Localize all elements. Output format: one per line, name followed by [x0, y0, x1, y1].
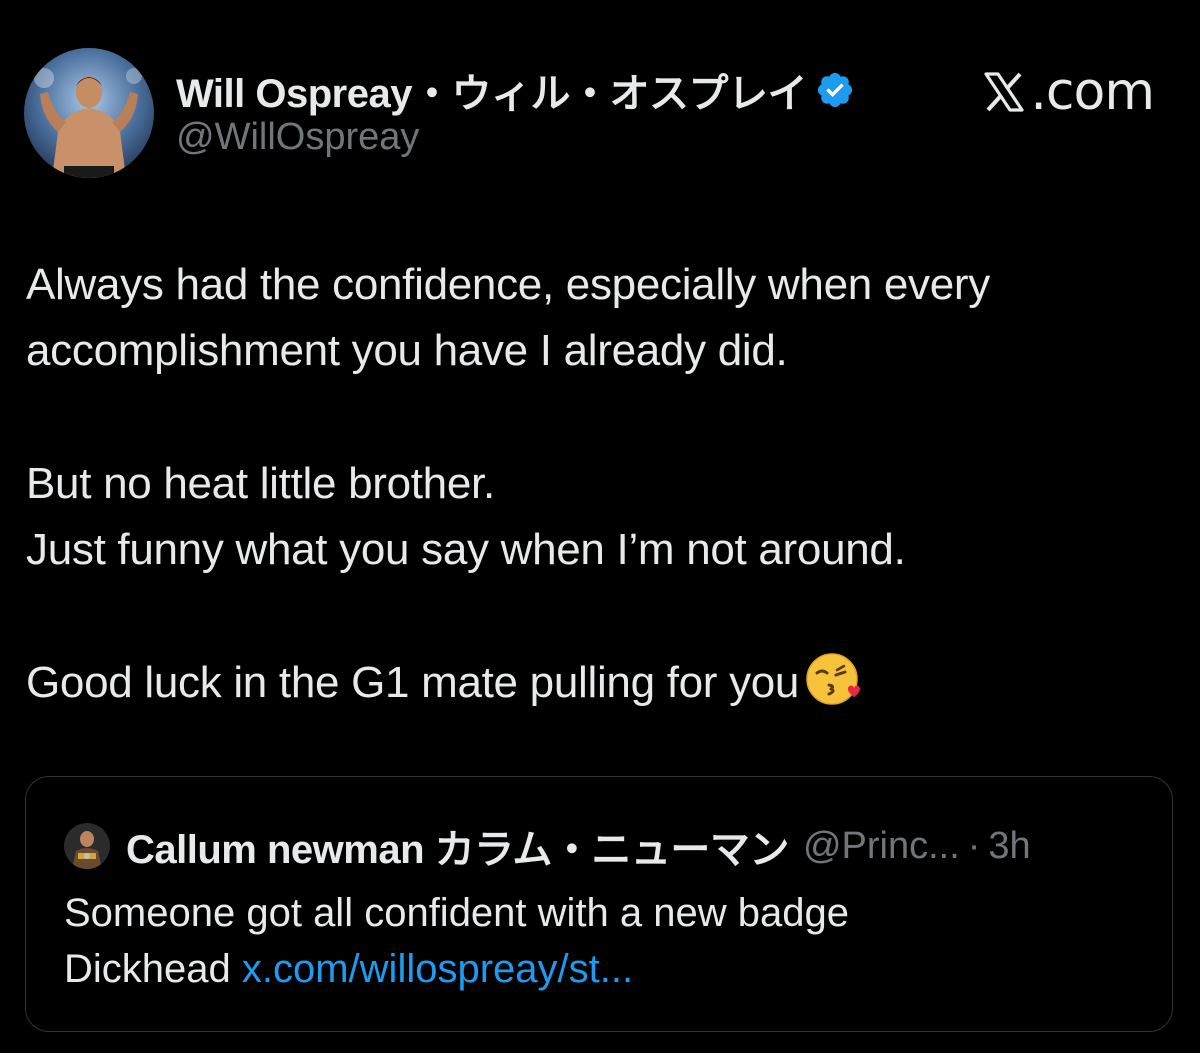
site-label: .com [980, 62, 1155, 122]
post-text: Always had the confidence, especially wh… [26, 252, 1176, 716]
verified-badge-icon [815, 70, 855, 110]
author-name-row: Will Ospreay・ウィル・オスプレイ [176, 62, 855, 118]
quoted-post-card[interactable]: Callum newman カラム・ニューマン @Princ... · 3h S… [25, 776, 1173, 1032]
quoted-post-text-line: Dickhead x.com/willospreay/st... [64, 941, 849, 997]
post-text-line: Good luck in the G1 mate pulling for you [26, 658, 800, 707]
quoted-post-text-prefix: Dickhead [64, 947, 242, 991]
author-name[interactable]: Will Ospreay・ウィル・オスプレイ [176, 61, 807, 119]
quoted-post-timestamp[interactable]: 3h [988, 825, 1030, 868]
quoted-post-link[interactable]: x.com/willospreay/st... [242, 947, 633, 991]
post-text-line: accomplishment you have I already did. [26, 326, 788, 375]
author-avatar[interactable] [24, 48, 154, 178]
x-logo-icon [980, 68, 1028, 116]
author-avatar-image [24, 48, 154, 178]
quoted-author-avatar[interactable] [64, 823, 110, 869]
post-text-line-last: Good luck in the G1 mate pulling for you [26, 650, 1176, 716]
quoted-post-text-line: Someone got all confident with a new bad… [64, 891, 849, 935]
quoted-author-handle[interactable]: @Princ... [803, 825, 960, 868]
quoted-post-text: Someone got all confident with a new bad… [64, 885, 849, 997]
site-domain-text: .com [1030, 62, 1155, 122]
quoted-post-header: Callum newman カラム・ニューマン @Princ... · 3h [64, 821, 1031, 872]
post-text-line: Just funny what you say when I’m not aro… [26, 525, 906, 574]
face-blowing-a-kiss-icon [805, 651, 861, 707]
post-text-line: But no heat little brother. [26, 459, 495, 508]
author-handle[interactable]: @WillOspreay [176, 116, 419, 159]
post-text-line: Always had the confidence, especially wh… [26, 260, 990, 309]
header-separator: · [967, 824, 981, 867]
quoted-author-name[interactable]: Callum newman カラム・ニューマン [126, 817, 789, 875]
